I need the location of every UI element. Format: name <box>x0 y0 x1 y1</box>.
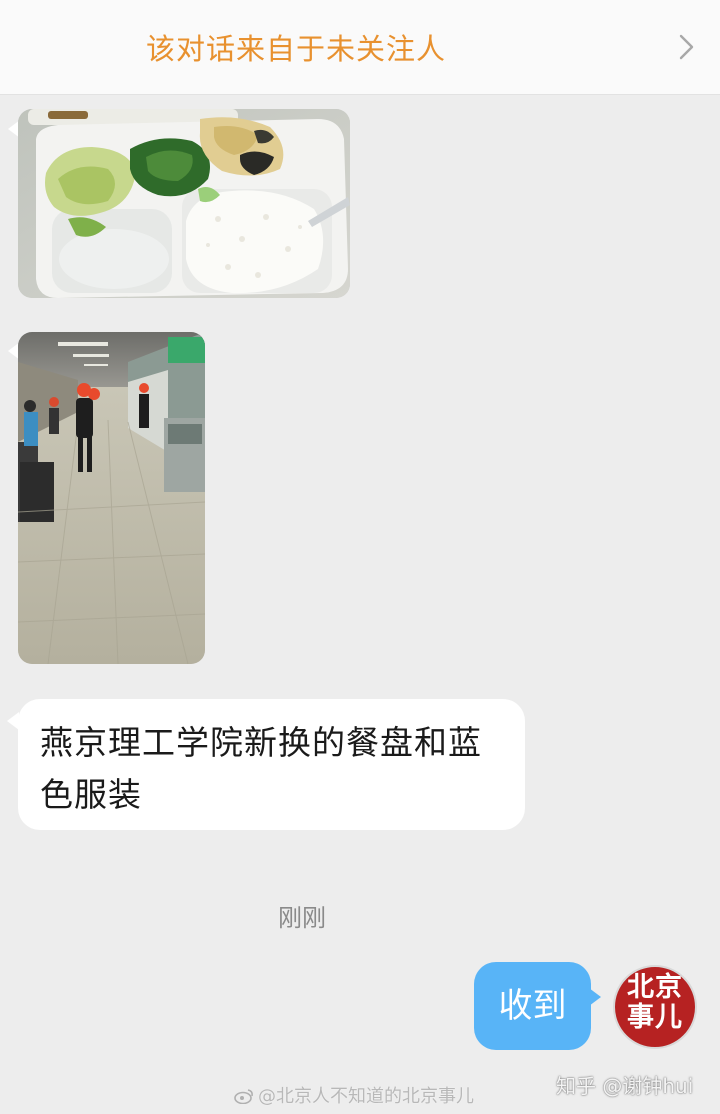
message-text-line-1: 燕京理工学院新换的餐盘和蓝 <box>40 723 482 762</box>
sent-text-bubble[interactable]: 收到 <box>474 962 591 1050</box>
zhihu-watermark: 知乎 @谢钟hui <box>556 1074 694 1098</box>
avatar[interactable]: 北京 事儿 <box>613 965 697 1049</box>
chevron-right-icon[interactable] <box>672 33 700 61</box>
canteen-hall-photo[interactable] <box>18 332 205 664</box>
canteen-hall-image <box>18 332 205 664</box>
stranger-notice-bar[interactable]: 该对话来自于未关注人 <box>0 0 720 95</box>
stranger-notice-text: 该对话来自于未关注人 <box>146 32 447 66</box>
weibo-watermark: @北京人不知道的北京事儿 <box>234 1082 474 1108</box>
received-text-bubble[interactable]: 燕京理工学院新换的餐盘和蓝 色服装 <box>18 699 525 830</box>
bubble-tail <box>589 988 601 1006</box>
weibo-icon <box>234 1089 253 1104</box>
meal-tray-image <box>18 109 350 298</box>
meal-tray-photo[interactable] <box>18 109 350 298</box>
message-timestamp: 刚刚 <box>278 904 326 932</box>
message-text-line-2: 色服装 <box>40 775 142 814</box>
avatar-logo-text: 北京 事儿 <box>627 972 683 1033</box>
